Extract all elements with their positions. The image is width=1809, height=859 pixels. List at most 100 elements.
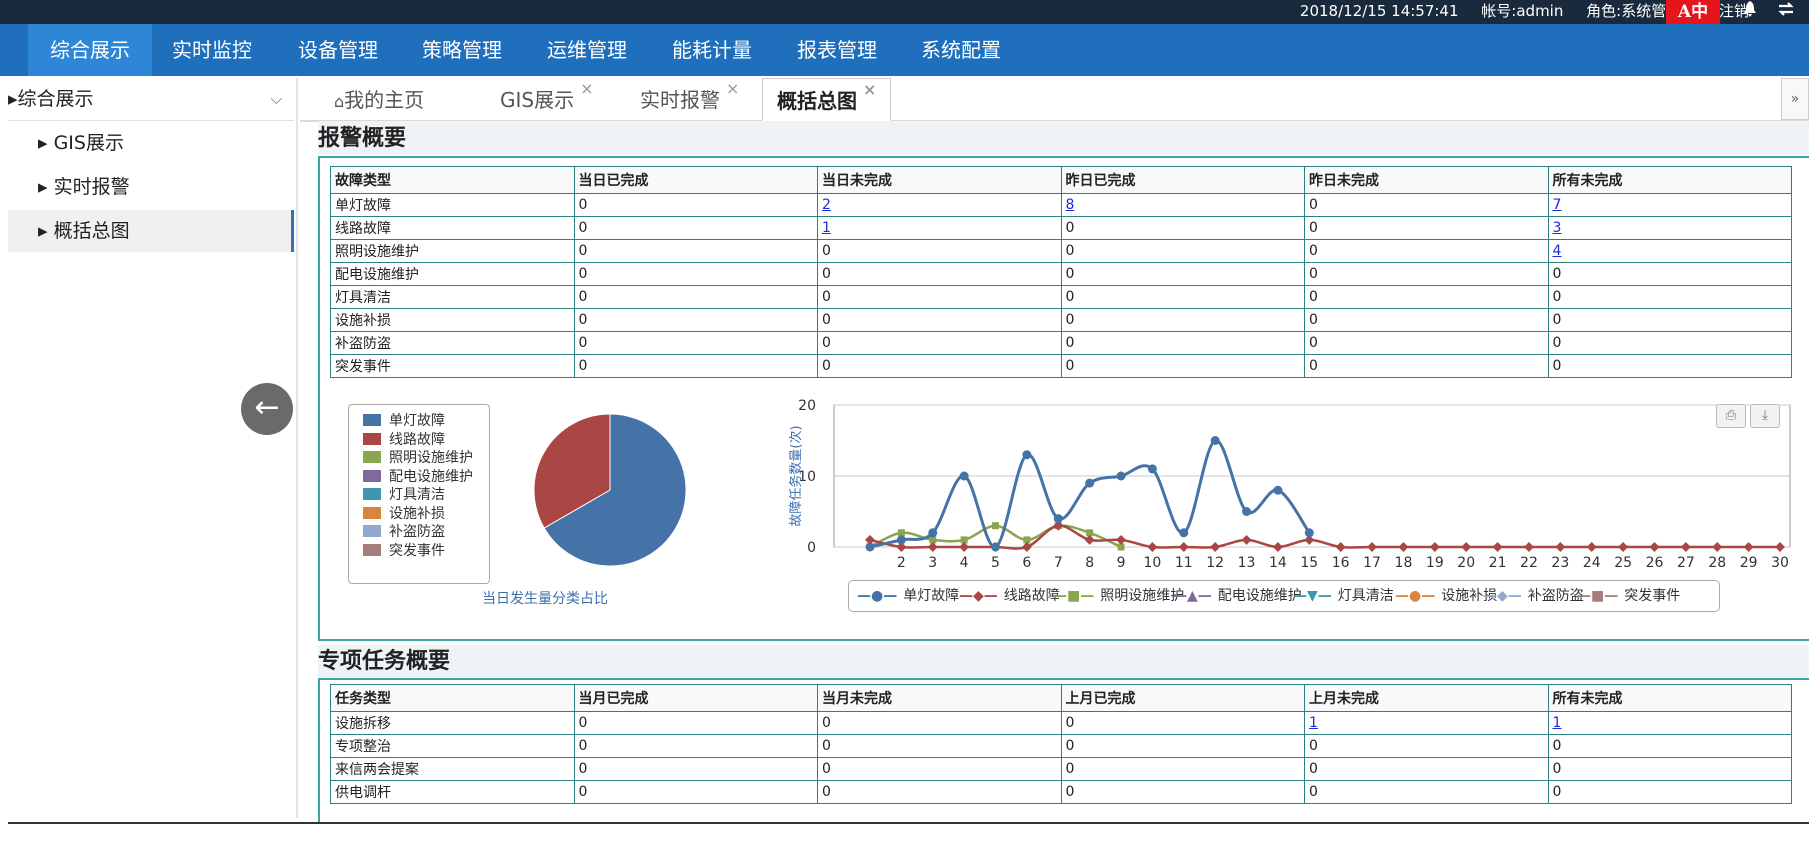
table-cell: 0 <box>573 262 818 286</box>
x-tick-label: 23 <box>1551 555 1569 571</box>
line-legend-item[interactable]: —◆— 补盗防盗 <box>1483 581 1584 611</box>
pie-legend-item[interactable]: 补盗防盗 <box>363 522 445 542</box>
table-cell: 0 <box>1060 285 1305 309</box>
table-cell: 0 <box>817 308 1062 332</box>
legend-marker: —■— <box>1053 588 1095 604</box>
table-row: 来信两会提案 0 0 0 0 0 <box>330 757 1792 781</box>
pie-legend-item[interactable]: 照明设施维护 <box>363 448 473 468</box>
table-cell: 配电设施维护 <box>330 262 575 286</box>
count-link[interactable]: 7 <box>1553 197 1562 213</box>
x-tick-label: 11 <box>1175 555 1193 571</box>
table-cell: 0 <box>817 262 1062 286</box>
table-row: 设施拆移 0 0 0 1 1 <box>330 711 1792 735</box>
pie-legend-item[interactable]: 设施补损 <box>363 504 445 524</box>
download-icon[interactable]: ⤓ <box>1750 404 1780 428</box>
tab-summary[interactable]: 概括总图 × <box>762 78 892 121</box>
tab-realtime-alarm[interactable]: 实时报警 × <box>640 78 739 118</box>
double-chevron-down-icon: » <box>1790 91 1800 107</box>
table-cell: 0 <box>573 711 818 735</box>
legend-swatch <box>363 414 381 426</box>
swap-icon[interactable] <box>1777 0 1795 24</box>
sidebar-item-gis[interactable]: ▸ GIS展示 <box>8 122 294 164</box>
table-cell: 0 <box>573 285 818 309</box>
table-cell: 0 <box>1547 734 1792 758</box>
data-point <box>959 471 969 481</box>
y-tick-label: 0 <box>807 540 816 556</box>
close-icon[interactable]: × <box>580 79 593 98</box>
legend-label: 设施补损 <box>389 505 445 522</box>
line-legend-item[interactable]: —▲— 配电设施维护 <box>1173 581 1302 611</box>
print-icon[interactable]: ⎙ <box>1716 404 1746 428</box>
count-link[interactable]: 2 <box>822 197 831 213</box>
count-link[interactable]: 1 <box>1553 715 1562 731</box>
nav-report-management[interactable]: 报表管理 <box>797 24 877 76</box>
table-cell: 0 <box>817 239 1062 263</box>
line-legend-item[interactable]: —●— 设施补损 <box>1395 581 1497 611</box>
table-header: 所有未完成 <box>1547 166 1792 194</box>
table-cell: 0 <box>1304 757 1549 781</box>
nav-energy-metering[interactable]: 能耗计量 <box>672 24 752 76</box>
nav-device-management[interactable]: 设备管理 <box>298 24 378 76</box>
table-cell: 来信两会提案 <box>330 757 575 781</box>
legend-label: 照明设施维护 <box>1100 588 1185 604</box>
legend-swatch <box>363 543 381 556</box>
table-cell: 0 <box>573 780 818 804</box>
page-bottom-border <box>8 822 1809 824</box>
close-icon[interactable]: × <box>863 80 876 99</box>
table-row: 单灯故障 0 2 8 0 7 <box>330 193 1792 217</box>
nav-realtime-monitor[interactable]: 实时监控 <box>172 24 252 76</box>
count-link[interactable]: 8 <box>1066 197 1075 213</box>
table-cell: 1 <box>817 216 1062 240</box>
nav-strategy-management[interactable]: 策略管理 <box>422 24 502 76</box>
sidebar-item-realtime-alarm[interactable]: ▸ 实时报警 <box>8 166 294 208</box>
table-cell: 单灯故障 <box>330 193 575 217</box>
line-legend-item[interactable]: —●— 单灯故障 <box>857 581 959 611</box>
close-icon[interactable]: × <box>726 79 739 98</box>
count-link[interactable]: 1 <box>1309 715 1318 731</box>
x-tick-label: 3 <box>928 555 937 571</box>
legend-label: 配电设施维护 <box>389 468 473 485</box>
table-cell: 专项整治 <box>330 734 575 758</box>
sidebar-item-summary[interactable]: ▸ 概括总图 <box>8 210 294 252</box>
special-table: 任务类型 当月已完成 当月未完成 上月已完成 上月未完成 所有未完成 设施拆移 0 0 0 1 1 专… <box>330 684 1792 804</box>
pie-legend-item[interactable]: 配电设施维护 <box>363 467 473 487</box>
pie-legend-item[interactable]: 线路故障 <box>363 430 445 450</box>
table-header: 所有未完成 <box>1547 684 1792 712</box>
y-axis-label: 故障任务数量(次) <box>788 425 804 526</box>
nav-system-config[interactable]: 系统配置 <box>921 24 1001 76</box>
legend-swatch <box>363 469 381 482</box>
line-legend-item[interactable]: —■— 突发事件 <box>1577 581 1680 611</box>
nav-overview[interactable]: 综合展示 <box>28 24 152 76</box>
tab-home[interactable]: ⌂我的主页 <box>334 78 424 118</box>
table-cell: 0 <box>1547 308 1792 332</box>
special-header-bg <box>318 645 1809 677</box>
table-cell: 0 <box>573 308 818 332</box>
table-cell: 0 <box>1304 734 1549 758</box>
data-point <box>897 529 905 537</box>
line-legend-item[interactable]: —◆— 线路故障 <box>959 581 1060 611</box>
line-legend-item[interactable]: —■— 照明设施维护 <box>1053 581 1184 611</box>
more-tabs-button[interactable]: » <box>1781 78 1809 120</box>
nav-ops-management[interactable]: 运维管理 <box>547 24 627 76</box>
alarm-section-title: 报警概要 <box>318 126 407 151</box>
bell-icon[interactable] <box>1743 0 1757 24</box>
pie-legend-item[interactable]: 突发事件 <box>363 541 445 561</box>
language-switch-button[interactable]: A中 <box>1666 0 1720 24</box>
data-point <box>865 542 875 552</box>
x-tick-label: 6 <box>1022 555 1031 571</box>
count-link[interactable]: 3 <box>1553 220 1562 236</box>
tab-gis[interactable]: GIS展示 × <box>500 78 594 118</box>
pie-legend-item[interactable]: 单灯故障 <box>363 411 445 431</box>
table-cell: 0 <box>1547 285 1792 309</box>
count-link[interactable]: 4 <box>1553 243 1562 259</box>
legend-marker: —▲— <box>1173 588 1212 604</box>
data-point <box>1273 485 1283 495</box>
x-tick-label: 21 <box>1489 555 1507 571</box>
pie-legend-item[interactable]: 灯具清洁 <box>363 485 445 505</box>
sidebar-group-overview[interactable]: ▸综合展示 ⌵ <box>8 78 294 121</box>
line-legend-item[interactable]: —▼— 灯具清洁 <box>1293 581 1394 611</box>
tab-bar: ⌂我的主页 GIS展示 × 实时报警 × 概括总图 × » <box>300 78 1809 122</box>
collapse-sidebar-button[interactable]: ← <box>241 383 293 435</box>
x-tick-label: 13 <box>1238 555 1256 571</box>
count-link[interactable]: 1 <box>822 220 831 236</box>
